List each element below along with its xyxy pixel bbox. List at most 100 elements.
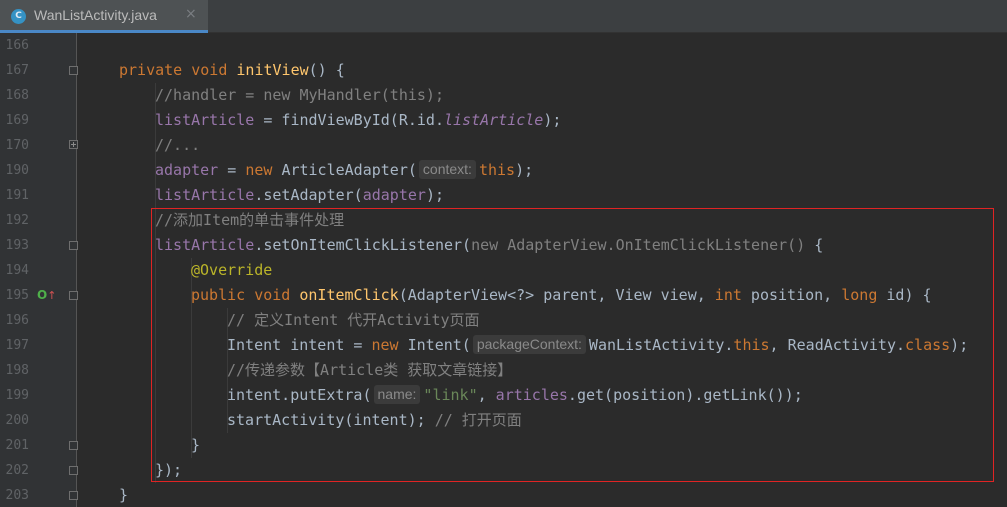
code-line-195: public void onItemClick(AdapterView<?> p… [191,283,932,308]
line-number: 190 [5,163,29,178]
line-number: 195 [5,288,29,303]
code-line-193: listArticle.setOnItemClickListener(new A… [155,233,823,258]
line-number: 201 [5,438,29,453]
code-line-202: }); [155,461,183,479]
code-line-191: listArticle.setAdapter(adapter); [155,183,444,208]
code-line-168: //handler = new MyHandler(this); [155,86,444,104]
code-line-199: intent.putExtra(name: "link", articles.ge… [227,383,803,408]
code-area[interactable]: private void initView() { //handler = ne… [78,33,1007,507]
code-token: (AdapterView<?> parent, View view, [398,286,715,304]
parameter-hint: packageContext: [472,335,586,354]
line-number: 202 [5,463,29,478]
code-token: listArticle [155,236,255,254]
line-number: 191 [5,188,29,203]
tab-wanlistactivity[interactable]: C WanListActivity.java × [0,0,208,33]
fold-collapse-icon[interactable] [69,66,78,75]
code-line-203: } [119,486,129,504]
line-number: 194 [5,263,29,278]
code-token: adapter [362,186,426,204]
code-token: position, [750,286,842,304]
code-line-196: // 定义Intent 代开Activity页面 [227,311,480,329]
code-token: adapter [155,161,219,179]
line-number: 168 [5,88,29,103]
line-number: 196 [5,313,29,328]
code-token: () { [308,61,345,79]
override-circle-glyph: O [37,288,48,302]
code-token: .setAdapter( [254,186,363,204]
override-arrow-glyph: ↑ [47,289,57,302]
line-number: 192 [5,213,29,228]
code-token: .get(position).getLink()); [567,386,803,404]
code-line-169: listArticle = findViewById(R.id.listArti… [155,108,561,133]
code-line-167: private void initView() { [119,58,345,83]
code-token: ArticleAdapter( [281,161,417,179]
code-token: listArticle [155,111,255,129]
code-token: long [841,286,887,304]
parameter-hint: context: [418,160,476,179]
code-line-190: adapter = new ArticleAdapter(context: thi… [155,158,533,183]
code-token: onItemClick [299,286,399,304]
line-number: 199 [5,388,29,403]
parameter-hint: name: [373,385,421,404]
code-token: Intent( [407,336,471,354]
code-line-198: //传递参数【Article类 获取文章链接】 [227,361,513,379]
line-number: 198 [5,363,29,378]
code-token: articles [495,386,568,404]
code-line-201: } [191,436,201,454]
code-token: listArticle [155,186,255,204]
fold-end-icon[interactable] [69,466,78,475]
code-token: = [218,161,246,179]
code-line-197: Intent intent = new Intent(packageContex… [227,333,968,358]
code-token: ); [425,186,444,204]
code-token: , [477,386,496,404]
line-number: 170 [5,138,29,153]
code-token: new AdapterView.OnItemClickListener() [471,236,806,254]
code-token: this [478,161,516,179]
code-token: listArticle [444,111,544,129]
fold-collapse-icon[interactable] [69,241,78,250]
code-token: , ReadActivity. [769,336,906,354]
code-token: WanListActivity. [588,336,734,354]
editor-tab-bar: C WanListActivity.java × [0,0,1007,33]
code-line-192: //添加Item的单击事件处理 [155,211,345,229]
code-token: = findViewById(R.id. [254,111,444,129]
code-token: private void [119,61,237,79]
line-number: 193 [5,238,29,253]
code-token: ); [515,161,534,179]
code-token: ); [543,111,562,129]
code-token: this [733,336,770,354]
code-token: Intent intent = [227,336,372,354]
code-token: { [805,236,824,254]
line-number: 200 [5,413,29,428]
tab-title: WanListActivity.java [34,7,157,23]
code-token: new [371,336,408,354]
code-token: // 打开页面 [434,411,522,429]
code-line-170-folded[interactable]: //... [155,133,200,158]
fold-end-icon[interactable] [69,441,78,450]
line-number: 166 [5,38,29,53]
code-token: "link" [423,386,478,404]
code-token: initView [236,61,309,79]
code-token: id) { [886,286,932,304]
code-editor-window: C WanListActivity.java × 166 167 168 169… [0,0,1007,507]
line-number: 169 [5,113,29,128]
code-token: ); [950,336,969,354]
code-token: intent.putExtra( [227,386,372,404]
code-token: .setOnItemClickListener( [254,236,472,254]
fold-end-icon[interactable] [69,491,78,500]
code-token: startActivity(intent); [227,411,435,429]
java-class-icon: C [11,9,26,24]
line-number: 203 [5,488,29,503]
code-token: new [245,161,282,179]
code-token: int [714,286,751,304]
code-token: class [905,336,951,354]
code-line-194: @Override [191,261,273,279]
line-number: 167 [5,63,29,78]
override-method-icon[interactable]: O↑ [37,288,57,302]
code-line-200: startActivity(intent); // 打开页面 [227,408,522,433]
fold-collapse-icon[interactable] [69,291,78,300]
fold-expand-icon[interactable] [69,140,78,149]
code-token: public void [191,286,300,304]
line-number: 197 [5,338,29,353]
close-icon[interactable]: × [185,6,197,22]
